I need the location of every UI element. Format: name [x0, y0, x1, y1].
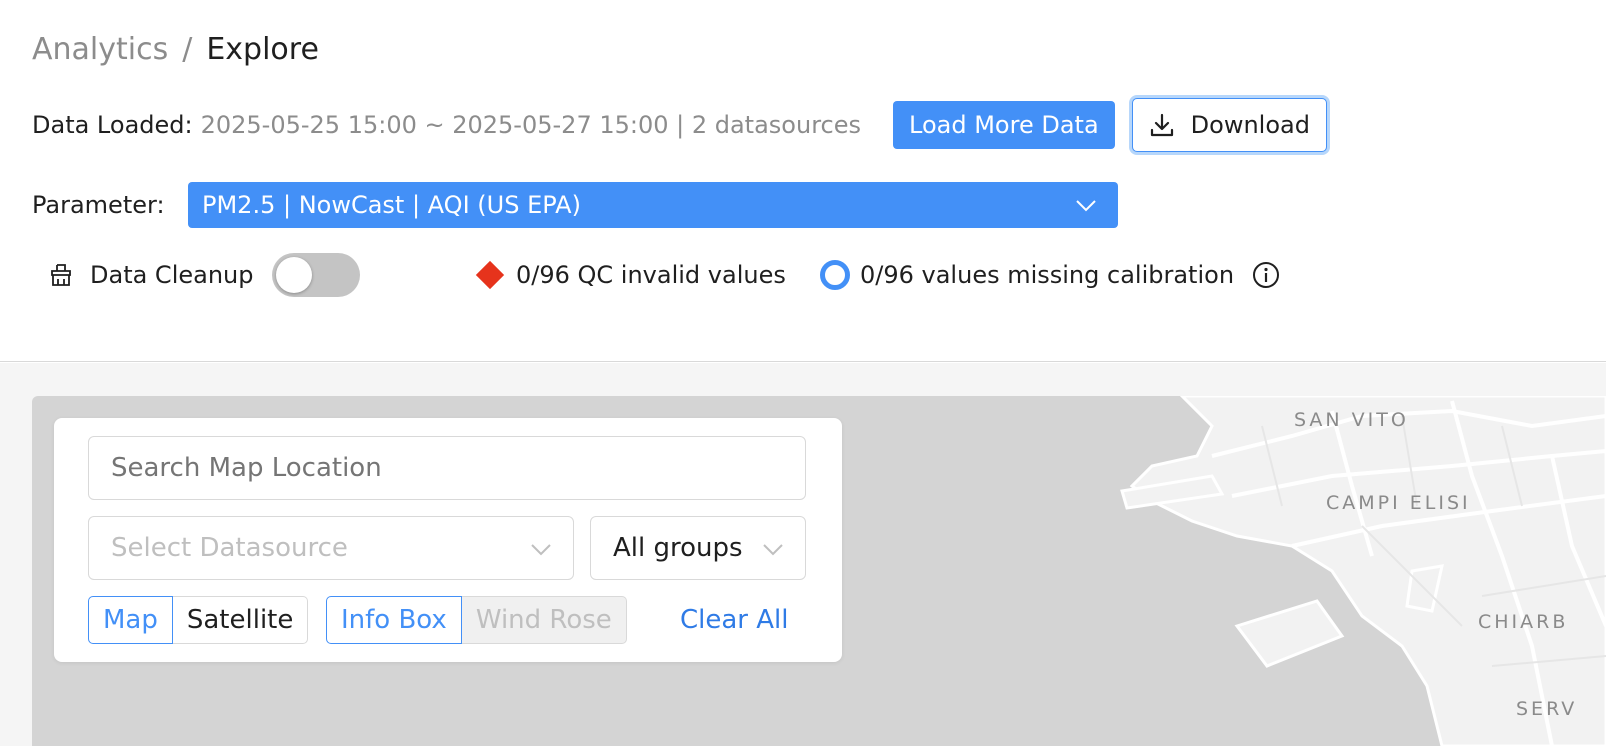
cleanup-row: Data Cleanup 0/96 QC invalid values 0/96… [48, 252, 1280, 298]
calibration-indicator: 0/96 values missing calibration [820, 252, 1280, 298]
chevron-down-icon [531, 544, 551, 556]
map-view-option-satellite[interactable]: Satellite [172, 596, 309, 644]
map-label-campi-elisi: CAMPI ELISI [1326, 492, 1471, 514]
parameter-row: Parameter: PM2.5 | NowCast | AQI (US EPA… [32, 182, 1118, 228]
breadcrumb-separator: / [182, 32, 193, 67]
download-icon [1150, 113, 1173, 137]
calibration-text: 0/96 values missing calibration [860, 261, 1235, 289]
groups-value: All groups [613, 533, 743, 563]
data-loaded-range: 2025-05-25 15:00 ~ 2025-05-27 15:00 | 2 … [200, 111, 862, 139]
groups-select[interactable]: All groups [590, 516, 806, 580]
map-view-toggle: Map Satellite [88, 596, 309, 644]
parameter-label: Parameter: [32, 191, 165, 219]
map-label-chiarbola: CHIARB [1478, 611, 1569, 633]
page-title: Explore [206, 32, 319, 67]
data-loaded-label: Data Loaded: [32, 111, 193, 139]
parameter-select[interactable]: PM2.5 | NowCast | AQI (US EPA) [188, 182, 1118, 228]
parameter-selected-value: PM2.5 | NowCast | AQI (US EPA) [202, 191, 581, 219]
download-button[interactable]: Download [1131, 98, 1327, 152]
clear-all-link[interactable]: Clear All [680, 596, 789, 644]
qc-invalid-text: 0/96 QC invalid values [516, 261, 786, 289]
breadcrumb: Analytics / Explore [32, 30, 319, 70]
map-label-servola: SERV [1516, 698, 1578, 720]
breadcrumb-analytics[interactable]: Analytics [32, 32, 168, 67]
download-button-focus-ring: Download [1128, 95, 1330, 155]
data-cleanup-label: Data Cleanup [90, 261, 254, 289]
info-icon[interactable] [1252, 261, 1280, 289]
qc-invalid-indicator: 0/96 QC invalid values [475, 252, 786, 298]
broom-icon [51, 264, 71, 286]
layer-option-wind-rose[interactable]: Wind Rose [461, 596, 627, 644]
map-label-san-vito: SAN VITO [1294, 409, 1409, 431]
map-control-panel: Select Datasource All groups Map Satelli… [54, 418, 842, 662]
chevron-down-icon [1076, 200, 1096, 212]
datasource-select[interactable]: Select Datasource [88, 516, 574, 580]
datasource-placeholder: Select Datasource [111, 533, 348, 563]
map-layer-toggle: Info Box Wind Rose [326, 596, 627, 644]
load-more-data-button[interactable]: Load More Data [893, 101, 1115, 149]
layer-option-info-box[interactable]: Info Box [326, 596, 462, 644]
download-label: Download [1190, 111, 1310, 139]
map-view-option-map[interactable]: Map [88, 596, 173, 644]
diamond-marker-icon [475, 260, 505, 290]
chevron-down-icon [763, 544, 783, 556]
search-map-location-input[interactable] [88, 436, 806, 500]
ring-marker-icon [820, 260, 850, 290]
explore-header: Analytics / Explore Data Loaded: 2025-05-2… [0, 0, 1606, 362]
toggle-knob [275, 257, 312, 293]
data-cleanup-toggle[interactable] [271, 253, 360, 297]
data-loaded-row: Data Loaded: 2025-05-25 15:00 ~ 2025-05-… [32, 95, 1330, 155]
